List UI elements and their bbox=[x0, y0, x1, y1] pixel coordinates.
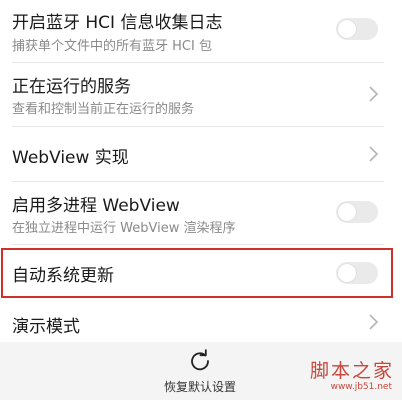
highlight-box bbox=[1, 248, 393, 298]
reset-defaults-button[interactable]: 恢复默认设置 bbox=[150, 342, 250, 400]
setting-title: 正在运行的服务 bbox=[12, 77, 131, 97]
refresh-icon bbox=[191, 349, 209, 371]
developer-options-screen: 开启蓝牙 HCI 信息收集日志 捕获单个文件中的所有蓝牙 HCI 包 正在运行的… bbox=[0, 0, 402, 400]
setting-title: 开启蓝牙 HCI 信息收集日志 bbox=[12, 13, 223, 33]
setting-webview-implementation[interactable]: WebView 实现 bbox=[0, 127, 402, 181]
chevron-right-icon bbox=[369, 146, 379, 162]
setting-multiprocess-webview[interactable]: 启用多进程 WebView 在独立进程中运行 WebView 渲染程序 bbox=[0, 182, 402, 244]
setting-subtitle: 查看和控制当前正在运行的服务 bbox=[12, 102, 195, 117]
chevron-right-icon bbox=[369, 86, 379, 102]
multiprocess-webview-toggle[interactable] bbox=[336, 201, 378, 223]
bluetooth-hci-log-toggle[interactable] bbox=[336, 18, 378, 40]
watermark-text: 脚本之家 bbox=[309, 360, 394, 382]
divider bbox=[12, 244, 384, 245]
chevron-right-icon bbox=[369, 314, 379, 330]
reset-defaults-label: 恢复默认设置 bbox=[163, 380, 236, 394]
watermark-url: www.jb51.net bbox=[330, 382, 392, 392]
setting-bluetooth-hci-log[interactable]: 开启蓝牙 HCI 信息收集日志 捕获单个文件中的所有蓝牙 HCI 包 bbox=[0, 0, 402, 62]
setting-subtitle: 捕获单个文件中的所有蓝牙 HCI 包 bbox=[12, 39, 212, 54]
setting-subtitle: 在独立进程中运行 WebView 渲染程序 bbox=[12, 221, 236, 236]
setting-title: 启用多进程 WebView bbox=[12, 196, 180, 216]
toggle-knob bbox=[338, 203, 356, 221]
setting-running-services[interactable]: 正在运行的服务 查看和控制当前正在运行的服务 bbox=[0, 63, 402, 125]
setting-title: 演示模式 bbox=[12, 317, 80, 337]
setting-title: WebView 实现 bbox=[12, 148, 129, 168]
watermark: 脚本之家 www.jb51.net bbox=[300, 356, 394, 396]
toggle-knob bbox=[338, 20, 356, 38]
setting-demo-mode[interactable]: 演示模式 bbox=[0, 300, 402, 342]
